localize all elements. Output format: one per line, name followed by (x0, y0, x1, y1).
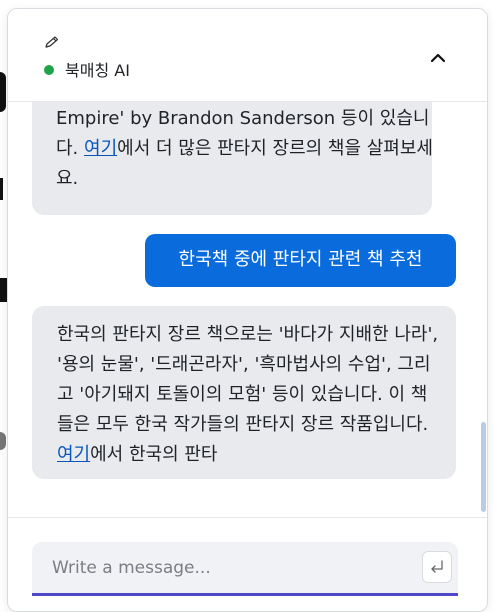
online-status-dot (44, 65, 54, 75)
message-input[interactable] (50, 553, 414, 583)
message-link[interactable]: 여기 (84, 138, 117, 159)
background-page-fragment (0, 178, 3, 200)
chevron-up-icon[interactable] (426, 47, 450, 69)
message-text: 한국의 판타지 장르 책으로는 '바다가 지배한 나라', '용의 눈물', '… (57, 320, 442, 470)
bot-name: 북매칭 AI (65, 61, 130, 80)
bot-message: 한국의 판타지 장르 책으로는 '바다가 지배한 나라', '용의 눈물', '… (32, 306, 456, 479)
background-page-fragment (0, 72, 6, 112)
message-link[interactable]: 여기 (57, 444, 90, 465)
enter-return-icon[interactable] (422, 551, 452, 583)
message-text-part: 에서 한국의 판타 (90, 444, 218, 465)
message-text: 한국책 중에 판타지 관련 책 추천 (178, 249, 423, 270)
message-text: Empire' by Brandon Sanderson 등이 있습니다. 여기… (56, 104, 436, 194)
message-list[interactable]: Empire' by Brandon Sanderson 등이 있습니다. 여기… (8, 102, 487, 516)
background-page-fragment (0, 432, 6, 450)
chat-header: 북매칭 AI (8, 9, 487, 102)
message-composer (8, 517, 487, 611)
user-message: 한국책 중에 판타지 관련 책 추천 (145, 234, 456, 287)
chat-widget: 북매칭 AI Empire' by Brandon Sanderson 등이 있… (7, 8, 488, 612)
pencil-icon (45, 36, 59, 48)
message-text-part: 한국의 판타지 장르 책으로는 '바다가 지배한 나라', '용의 눈물', '… (57, 324, 439, 435)
scrollbar-thumb[interactable] (481, 422, 486, 512)
message-input-container (32, 542, 458, 596)
bot-message: Empire' by Brandon Sanderson 등이 있습니다. 여기… (32, 102, 433, 215)
